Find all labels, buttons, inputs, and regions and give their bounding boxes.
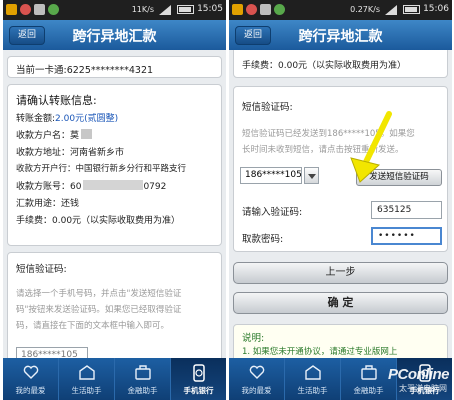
tab-label: 我的最爱 — [15, 386, 46, 395]
tab-finance-helper[interactable]: 金融助手 — [115, 358, 171, 400]
mail-icon — [6, 4, 17, 15]
usb-icon — [34, 4, 45, 15]
pconline-watermark: PConline 太平洋电脑网 — [325, 366, 451, 398]
tab-label: 我的最爱 — [241, 386, 272, 395]
fee: 手续费：0.00元（以实际收取费用为准） — [16, 216, 181, 226]
payee-bank: 收款方开户行：中国银行新乡分行和平路支行 — [16, 164, 187, 174]
payee-account-row: 收款方账号：60 0792 — [16, 179, 166, 192]
page-title: 跨行异地汇款 — [72, 29, 157, 45]
phone-select[interactable]: 186*****105 — [16, 347, 88, 358]
clock: 15:05 — [197, 4, 223, 14]
current-account: 当前一卡通:6225********4321 — [16, 65, 154, 76]
payee-account-prefix: 收款方账号：60 — [16, 182, 82, 192]
password-label: 取款密码: — [242, 234, 284, 245]
payee-address: 收款方地址：河南省新乡市 — [16, 148, 125, 158]
amount-row: 转账金额:2.00元(贰圆整) — [16, 111, 118, 124]
tab-life-helper[interactable]: 生活助手 — [59, 358, 115, 400]
withdraw-password-input[interactable]: •••••• — [371, 227, 442, 245]
notes-card: 说明: 1. 如果您未开通协议，请通过专业版网上 — [233, 324, 448, 358]
form-content[interactable]: 当前一卡通:6225********4321 请确认转账信息: 转账金额:2.0… — [3, 50, 226, 358]
life-helper-icon — [304, 365, 321, 380]
tab-label: 生活助手 — [71, 386, 102, 395]
prev-step-button[interactable]: 上一步 — [233, 262, 448, 284]
purpose: 汇款用途：还钱 — [16, 199, 80, 209]
confirm-heading: 请确认转账信息: — [16, 94, 97, 107]
tab-mobile-bank[interactable]: 手机银行 — [171, 358, 226, 400]
sms-instruction: 码，请直接在下面的文本框中输入即可。 — [16, 321, 170, 331]
sms-instruction: 码"按钮来发送验证码。如果您已经取得验证 — [16, 305, 182, 315]
network-speed: 11K/s — [131, 5, 154, 14]
sms-card: 短信验证码: 请选择一个手机号码，并点击"发送短信验证 码"按钮来发送验证码。如… — [7, 252, 222, 358]
bottom-nav: 我的最爱 生活助手 金融助手 手机银行 — [3, 358, 226, 400]
signal-icon — [159, 5, 171, 15]
payee-name-row: 收款方户名：莫 — [16, 128, 93, 141]
app-icon — [246, 4, 257, 15]
sms-code-input[interactable]: 635125 — [371, 201, 442, 219]
code-label: 请输入验证码: — [242, 207, 303, 218]
title-bar: 返回 跨行异地汇款 — [3, 20, 226, 50]
tab-favorites[interactable]: 我的最爱 — [229, 358, 285, 400]
payee-account-suffix: 0792 — [143, 182, 167, 192]
redaction — [81, 129, 93, 139]
notification-icons — [6, 4, 59, 15]
tab-label: 金融助手 — [127, 386, 158, 395]
watermark-sub: 太平洋电脑网 — [399, 384, 447, 393]
account-card: 当前一卡通:6225********4321 — [7, 56, 222, 78]
battery-icon — [403, 5, 420, 14]
tab-label: 手机银行 — [183, 386, 214, 395]
tab-favorites[interactable]: 我的最爱 — [3, 358, 59, 400]
notes-heading: 说明: — [242, 333, 265, 344]
life-helper-icon — [78, 365, 95, 380]
page-title: 跨行异地汇款 — [298, 29, 383, 45]
notification-icons — [232, 4, 285, 15]
usb-icon — [260, 4, 271, 15]
right-phone-screen: 0.27K/s 15:06 返回 跨行异地汇款 手续费：0.00元（以实际收取费… — [229, 0, 452, 400]
left-phone-screen: 11K/s 15:05 返回 跨行异地汇款 当前一卡通:6225********… — [3, 0, 226, 400]
payee-name: 收款方户名：莫 — [16, 131, 80, 141]
network-speed: 0.27K/s — [350, 5, 380, 14]
notes-line: 1. 如果您未开通协议，请通过专业版网上 — [242, 347, 398, 357]
fee-card: 手续费：0.00元（以实际收取费用为准） — [233, 50, 448, 78]
title-bar: 返回 跨行异地汇款 — [229, 20, 452, 50]
status-bar: 11K/s 15:05 — [3, 0, 226, 20]
message-count-icon — [48, 4, 59, 15]
app-icon — [20, 4, 31, 15]
finance-helper-icon — [134, 365, 151, 380]
heart-icon — [23, 365, 38, 379]
signal-icon — [385, 5, 397, 15]
watermark-brand: PConline — [387, 366, 450, 383]
phone-select[interactable]: 186*****105 — [240, 167, 302, 184]
confirm-button[interactable]: 确 定 — [233, 292, 448, 314]
amount-label: 转账金额: — [16, 114, 56, 124]
amount-value: 2.00元(贰圆整) — [55, 114, 119, 124]
heart-icon — [249, 365, 264, 379]
sms-heading: 短信验证码: — [242, 102, 293, 113]
status-bar: 0.27K/s 15:06 — [229, 0, 452, 20]
phone-dropdown-button[interactable] — [304, 167, 319, 184]
mobile-bank-icon — [192, 364, 205, 382]
form-content[interactable]: 手续费：0.00元（以实际收取费用为准） 短信验证码: 短信验证码已经发送到18… — [229, 50, 452, 358]
message-count-icon — [274, 4, 285, 15]
fee: 手续费：0.00元（以实际收取费用为准） — [242, 61, 407, 71]
mail-icon — [232, 4, 243, 15]
battery-icon — [177, 5, 194, 14]
transfer-info-card: 请确认转账信息: 转账金额:2.00元(贰圆整) 收款方户名：莫 收款方地址：河… — [7, 84, 222, 246]
sms-heading: 短信验证码: — [16, 264, 67, 275]
clock: 15:06 — [423, 4, 449, 14]
sms-instruction: 请选择一个手机号码，并点击"发送短信验证 — [16, 289, 182, 299]
redaction — [83, 180, 144, 190]
annotation-arrow-icon — [350, 111, 392, 183]
